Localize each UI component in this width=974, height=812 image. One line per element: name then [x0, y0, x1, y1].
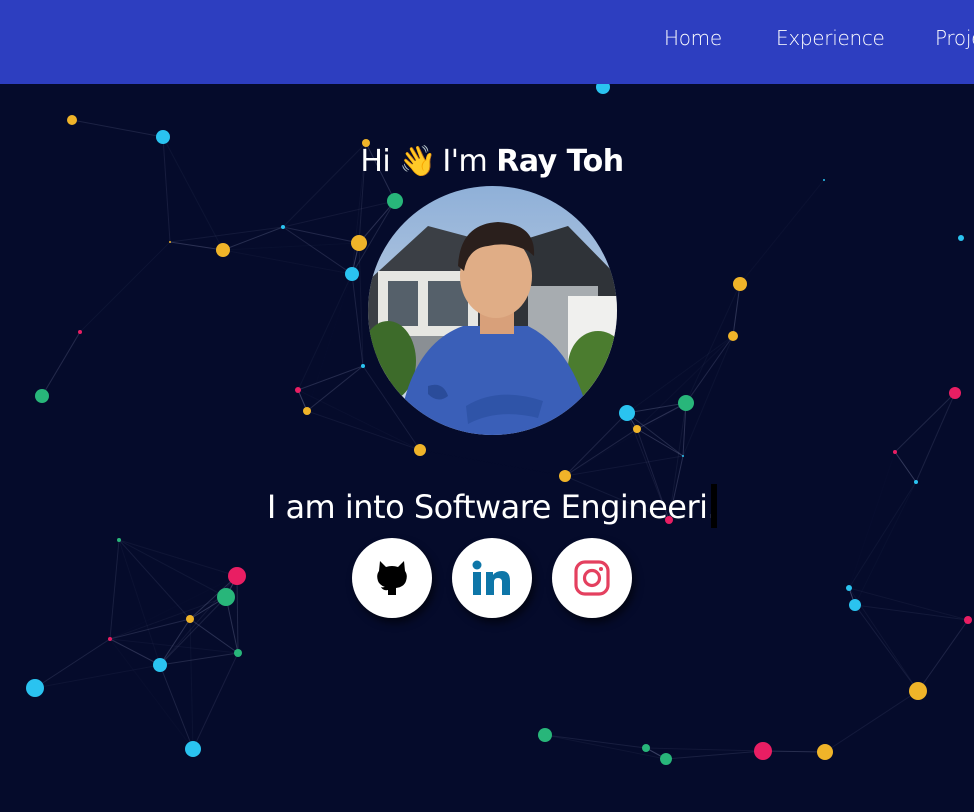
nav-home-link[interactable]: Home [664, 26, 722, 50]
greeting-prefix: Hi [360, 144, 391, 179]
greeting-mid: I'm [442, 144, 488, 179]
linkedin-icon [472, 560, 510, 595]
hero-section: Hi 👋 I'm Ray Toh I am into Software Engi… [0, 84, 974, 812]
typing-text: I am into Software Engineeri. [0, 484, 974, 528]
profile-photo [368, 186, 617, 435]
nav-projects-link[interactable]: Proje [935, 26, 974, 50]
typing-cursor [711, 484, 718, 528]
typing-text-content: I am into Software Engineeri. [266, 488, 718, 526]
github-icon [377, 561, 407, 595]
instagram-button[interactable] [552, 538, 632, 618]
profile-avatar [368, 186, 617, 435]
nav-experience-link[interactable]: Experience [776, 26, 885, 50]
linkedin-button[interactable] [452, 538, 532, 618]
top-navbar: Home Experience Proje [0, 0, 974, 84]
instagram-icon [574, 560, 610, 596]
github-button[interactable] [352, 538, 432, 618]
greeting-heading: Hi 👋 I'm Ray Toh [0, 144, 974, 179]
profile-name: Ray Toh [496, 144, 624, 179]
waving-hand-icon: 👋 [399, 144, 437, 179]
